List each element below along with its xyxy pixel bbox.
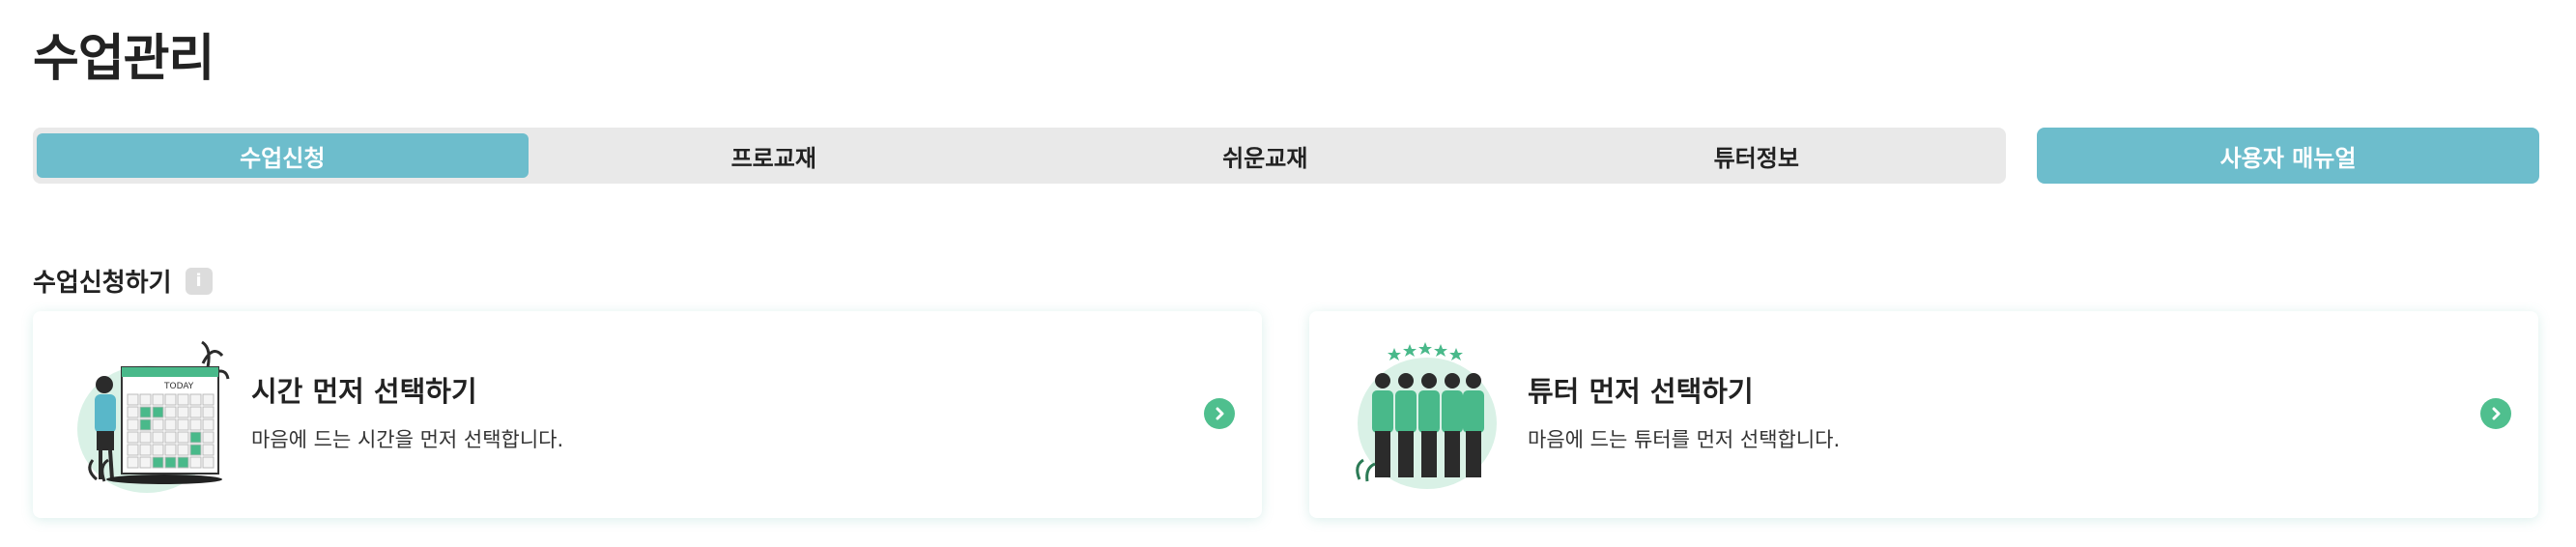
tab-class-request[interactable]: 수업신청	[37, 133, 529, 178]
card-description: 마음에 드는 튜터를 먼저 선택합니다.	[1528, 428, 1841, 451]
calendar-illustration: TODAY	[77, 340, 230, 493]
tab-pro-textbook[interactable]: 프로교재	[529, 133, 1020, 178]
tutors-illustration	[1356, 342, 1497, 489]
chevron-right-icon[interactable]	[1204, 398, 1235, 429]
calendar-today-label: TODAY	[163, 382, 194, 391]
tab-tutor-info[interactable]: 튜터정보	[1511, 133, 2003, 178]
section-title: 수업신청하기 i	[33, 263, 213, 299]
page-title: 수업관리	[33, 30, 215, 88]
chevron-right-icon[interactable]	[2480, 398, 2511, 429]
select-time-first-card[interactable]: TODAY 시간 먼저 선택하기 마음에 드는 시간을 먼저 선택합니다.	[33, 311, 1262, 518]
card-description: 마음에 드는 시간을 먼저 선택합니다.	[251, 428, 564, 451]
info-icon[interactable]: i	[185, 267, 213, 295]
tab-bar: 수업신청 프로교재 쉬운교재 튜터정보	[33, 128, 2006, 184]
card-title: 시간 먼저 선택하기	[251, 375, 477, 408]
section-title-label: 수업신청하기	[33, 269, 172, 298]
card-title: 튜터 먼저 선택하기	[1528, 375, 1754, 408]
user-manual-button[interactable]: 사용자 매뉴얼	[2037, 128, 2539, 184]
select-tutor-first-card[interactable]: 튜터 먼저 선택하기 마음에 드는 튜터를 먼저 선택합니다.	[1309, 311, 2538, 518]
tab-easy-textbook[interactable]: 쉬운교재	[1019, 133, 1511, 178]
